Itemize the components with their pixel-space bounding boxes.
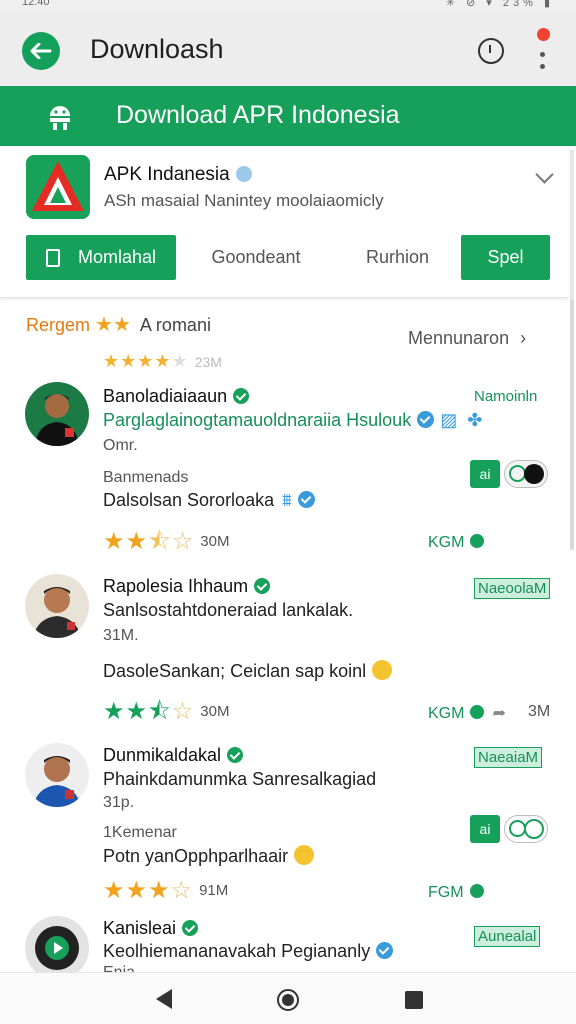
notification-dot-icon [537, 28, 550, 41]
app-card: APK Indanesia ASh masaial Nanintey moola… [0, 146, 568, 298]
back-arrow-icon [30, 43, 52, 59]
reviewer-name: Kanisleai [103, 918, 199, 939]
review-tag: Namoinln [474, 388, 538, 405]
review-headline: Phainkdamunmka Sanresalkagiad [103, 769, 377, 789]
nav-recents-icon[interactable] [405, 991, 423, 1009]
tab-rurhion[interactable]: Rurhion [355, 235, 440, 280]
app-logo-icon [32, 161, 84, 211]
review-time: Omr. [103, 437, 138, 454]
puzzle-icon: ✤ [467, 410, 483, 430]
review-stars: ★★★☆ 91M [103, 877, 229, 904]
app-subtitle: ASh masaial Nanintey moolaiaomicly [104, 191, 384, 210]
download-banner: Download APR Indonesia [0, 86, 576, 146]
status-icons: ✳ ⊘ ▾ 23% ▮ [445, 0, 554, 9]
app-name: APK Indanesia [104, 164, 252, 186]
status-bar: 12:40 ✳ ⊘ ▾ 23% ▮ [0, 0, 576, 14]
smile-emoji-icon [372, 660, 393, 680]
tab-spel[interactable]: Spel [461, 235, 550, 280]
back-button[interactable] [22, 32, 60, 70]
grin-emoji-icon [294, 845, 315, 865]
avatar [25, 382, 89, 446]
verified-icon [254, 578, 271, 594]
android-robot-icon [50, 106, 70, 130]
ratings-header: Rergem ★★ A romani [26, 314, 211, 336]
chevron-down-icon[interactable] [535, 165, 554, 184]
verified-icon [182, 920, 199, 936]
avatar [25, 574, 89, 638]
reviewer-name: Dunmikaldakal [103, 745, 244, 766]
review-time: 31p. [103, 794, 135, 811]
chevron-right-icon: › [520, 328, 527, 348]
review-headline: Parglaglainogtamauoldnaraiia Hsulouk ▨ ✤ [103, 410, 483, 430]
reviewer-name: Rapolesia Ihhaum [103, 576, 271, 597]
avatar [25, 743, 89, 807]
nav-home-icon[interactable] [277, 989, 299, 1011]
clipboard-icon [45, 248, 60, 267]
app-bar: Downloash [0, 14, 576, 86]
nav-back-icon[interactable] [156, 989, 172, 1009]
verified-icon [376, 942, 394, 959]
timer-icon[interactable] [478, 38, 504, 64]
star-icons: ★★ [95, 314, 131, 336]
verified-icon [297, 491, 315, 508]
reviewer-name: Banoladiaiaaun [103, 386, 250, 407]
app-logo [26, 155, 90, 219]
verified-icon [227, 747, 244, 763]
review-headline: Sanlsostahtdoneraiad lankalak. [103, 600, 354, 620]
review-tag: Aunealal [474, 926, 541, 947]
grid-icon: ⩩ [282, 490, 292, 510]
heart-icon [470, 705, 485, 719]
review-body: DasoleSankan; Ceiclan sap koinl [103, 660, 393, 682]
toggle-switch[interactable] [504, 460, 548, 488]
toggle-switch[interactable] [504, 815, 548, 843]
summary-stars: ★★★★★ 23M [103, 351, 222, 371]
review-tag: NaeoolaM [474, 578, 551, 599]
avatar [25, 916, 89, 980]
review-headline: Keolhiemananavakah Pegiananly [103, 941, 394, 962]
more-options-icon[interactable] [534, 28, 554, 76]
recommend-link[interactable]: Mennunaron › [408, 328, 526, 349]
heart-icon [469, 884, 484, 898]
scrollbar[interactable] [570, 300, 574, 550]
review-label: 1Kemenar [103, 824, 177, 841]
ai-toggle[interactable]: ai [470, 815, 548, 843]
review-body: Dalsolsan Sororloaka ⩩ [103, 490, 315, 511]
like-count[interactable]: KGM ➦ [428, 703, 506, 723]
review-body: Potn yanOpphparlhaair [103, 845, 315, 867]
tab-goondeant[interactable]: Goondeant [206, 235, 306, 280]
review-time: 31M. [103, 627, 139, 644]
heart-icon [470, 534, 485, 548]
page-title: Downloash [90, 34, 224, 64]
verified-icon [417, 411, 435, 428]
review-stars: ★★⯪☆ 30M [103, 698, 230, 725]
image-icon: ▨ [440, 410, 458, 430]
verified-icon [233, 388, 250, 404]
share-icon: ➦ [492, 705, 506, 722]
share-count: 3M [528, 703, 551, 720]
ai-toggle[interactable]: ai [470, 460, 548, 488]
system-nav-bar [0, 972, 576, 1024]
review-label: Banmenads [103, 469, 189, 486]
review-stars: ★★⯪☆ 30M [103, 528, 230, 555]
tab-momlahal[interactable]: Momlahal [26, 235, 176, 280]
verified-icon [235, 166, 252, 182]
review-tag: NaeaiaM [474, 747, 543, 768]
like-count[interactable]: FGM [428, 884, 484, 902]
banner-title: Download APR Indonesia [116, 101, 400, 129]
like-count[interactable]: KGM [428, 534, 485, 552]
status-time: 12:40 [22, 0, 50, 8]
